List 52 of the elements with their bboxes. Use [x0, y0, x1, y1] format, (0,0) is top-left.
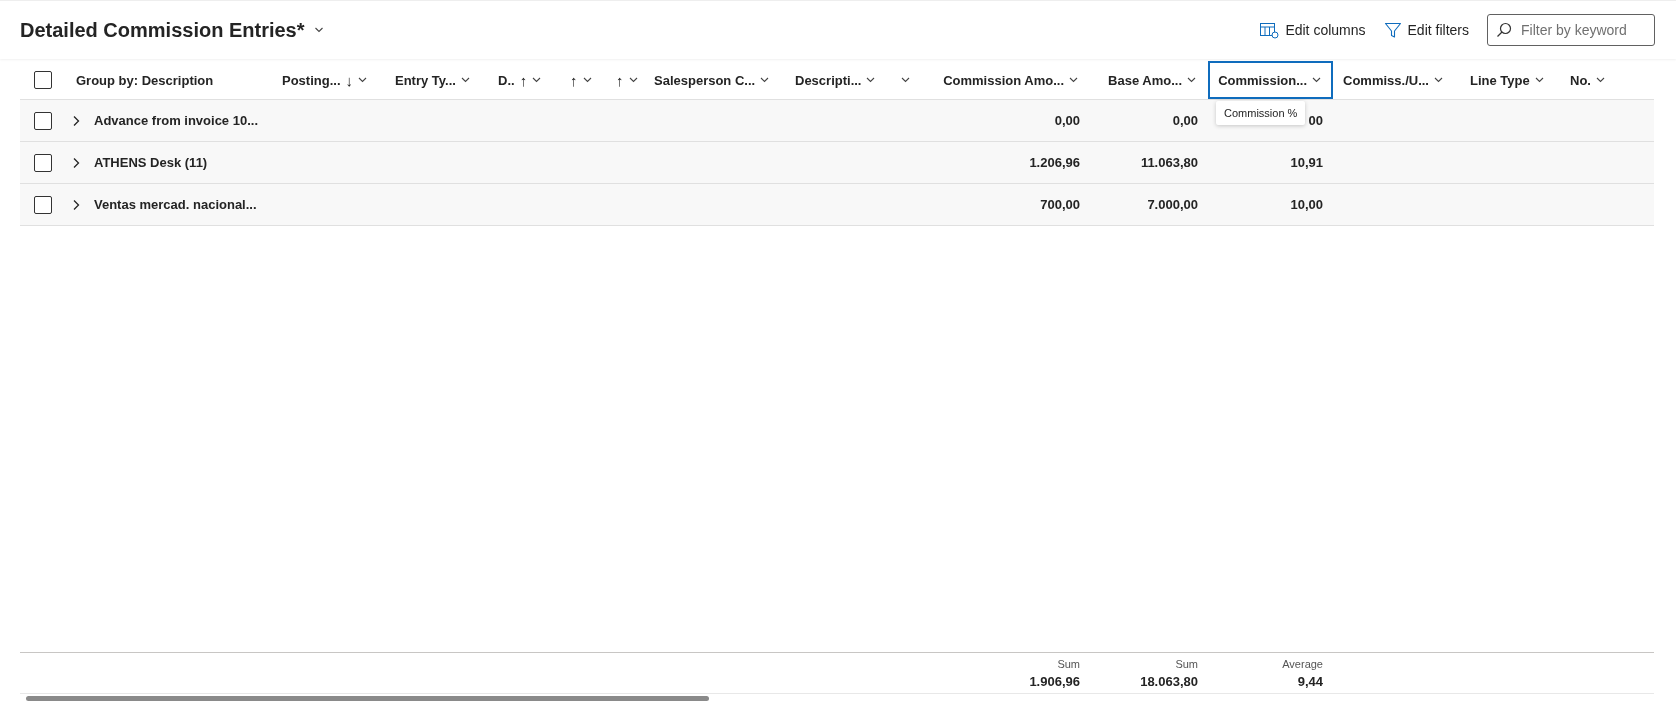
- group-by-label[interactable]: Group by: Description: [76, 72, 214, 88]
- chevron-right-icon[interactable]: [72, 198, 80, 211]
- column-header[interactable]: ↑: [616, 61, 638, 99]
- chevron-down-icon: [312, 27, 325, 33]
- page-title: Detailed Commission Entries*: [20, 18, 305, 42]
- table-cell-text: 10,91: [1289, 155, 1324, 170]
- column-header[interactable]: Commission Amo...: [943, 61, 1078, 99]
- total-label: Sum: [1057, 657, 1080, 672]
- filter-icon: [1383, 21, 1402, 39]
- tooltip: Commission %: [1216, 101, 1306, 125]
- edit-columns-button[interactable]: Edit columns: [1259, 21, 1366, 39]
- sort-arrow: ↓: [345, 71, 353, 89]
- table-cell-text: 10,00: [1289, 197, 1324, 212]
- table-cell-text: 0,00: [1171, 113, 1199, 128]
- column-header[interactable]: Salesperson C...: [654, 61, 770, 99]
- group-title: Ventas mercad. nacional...: [94, 197, 257, 212]
- column-header[interactable]: Posting... ↓: [282, 61, 367, 99]
- group-title: ATHENS Desk (11): [94, 155, 208, 170]
- column-header[interactable]: No.: [1570, 61, 1605, 99]
- checkbox[interactable]: [34, 153, 52, 172]
- column-header[interactable]: Base Amo...: [1108, 61, 1196, 99]
- chevron-right-icon[interactable]: [72, 156, 80, 169]
- column-header[interactable]: ↑: [570, 61, 592, 99]
- column-header[interactable]: Descripti...: [795, 61, 876, 99]
- sort-arrow: ↑: [616, 71, 624, 89]
- checkbox[interactable]: [34, 71, 52, 89]
- search-icon: [1496, 22, 1512, 38]
- table-cell-text: 11.063,80: [1139, 155, 1199, 170]
- column-header[interactable]: Entry Ty...: [395, 61, 470, 99]
- total-value: 18.063,80: [1140, 673, 1198, 690]
- chevron-right-icon[interactable]: [72, 114, 80, 127]
- title-menu[interactable]: [312, 27, 325, 33]
- table-cell-text: 700,00: [1039, 197, 1081, 212]
- total-value: 1.906,96: [1029, 673, 1080, 690]
- sort-arrow: ↑: [519, 71, 528, 89]
- columns-icon: [1259, 21, 1280, 39]
- table-cell-text: 1.206,96: [1028, 155, 1081, 170]
- column-header[interactable]: D.. ↑: [498, 61, 542, 99]
- search-field[interactable]: Filter by keyword: [1487, 14, 1655, 46]
- checkbox[interactable]: [34, 111, 52, 130]
- group-title: Advance from invoice 10...: [94, 113, 258, 128]
- table-cell-text: 7.000,00: [1146, 197, 1199, 212]
- total-label: Sum: [1175, 657, 1198, 672]
- checkbox[interactable]: [34, 195, 52, 214]
- total-value: 9,44: [1297, 673, 1323, 690]
- table-cell-text: 0,00: [1053, 113, 1081, 128]
- column-header[interactable]: Line Type: [1470, 61, 1544, 99]
- total-label: Average: [1282, 657, 1323, 672]
- sort-arrow: ↑: [570, 71, 578, 89]
- horizontal-scrollbar[interactable]: [26, 695, 709, 701]
- column-header[interactable]: Commiss./U...: [1343, 61, 1443, 99]
- edit-filters-button[interactable]: Edit filters: [1383, 21, 1469, 39]
